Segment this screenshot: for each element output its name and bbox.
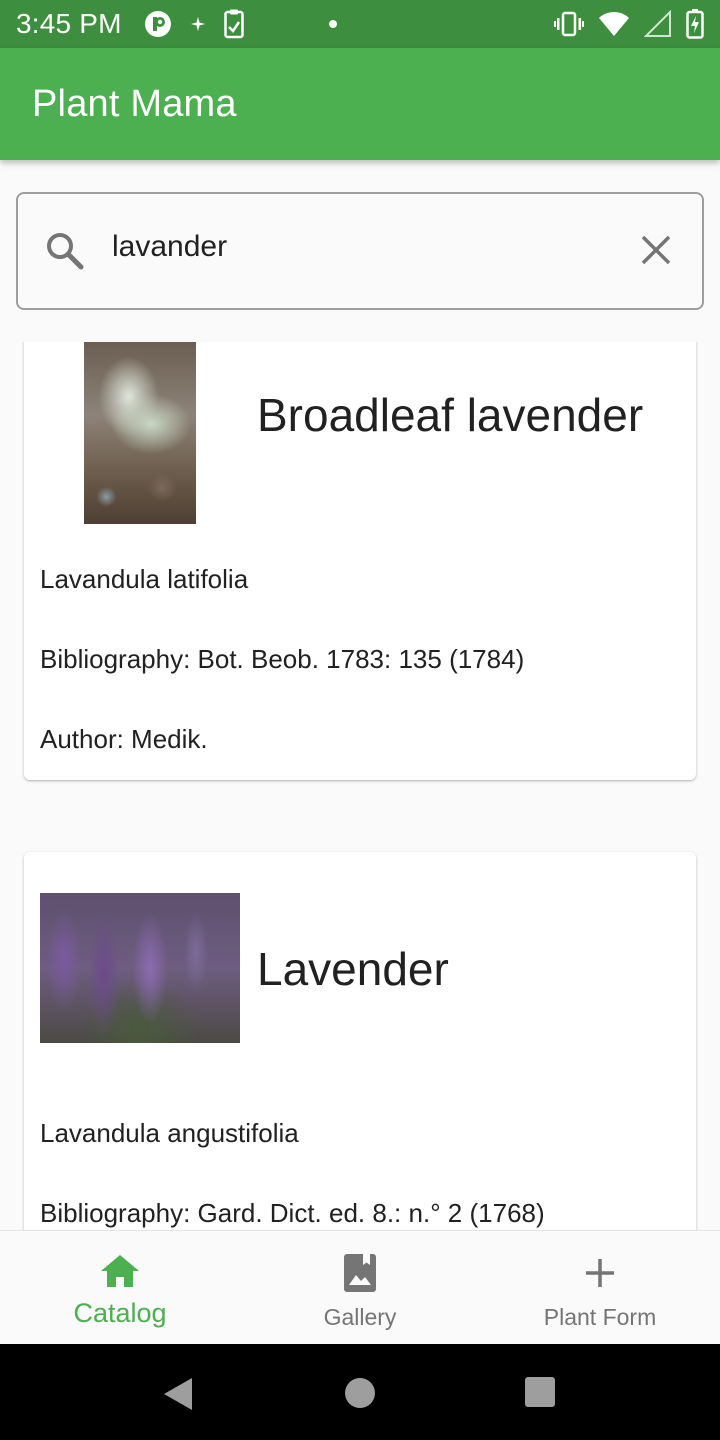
plant-scientific-name: Lavandula latifolia [40,564,249,594]
clipboard-icon [223,9,244,39]
plus-icon [582,1253,618,1298]
signal-icon [644,10,672,38]
plant-author: Author: Medik. [40,724,208,754]
plant-common-name: Broadleaf lavender [257,389,644,441]
status-bar: 3:45 PM [0,0,720,48]
dot-icon [328,19,338,29]
battery-charging-icon [686,9,704,39]
app-title: Plant Mama [32,82,237,125]
back-icon[interactable] [160,1376,196,1417]
plant-photo [40,893,240,1043]
nav-label-catalog: Catalog [73,1298,167,1328]
p-badge-icon [144,10,172,38]
nav-label-gallery: Gallery [323,1304,397,1330]
close-icon[interactable] [640,234,672,271]
search-icon [44,230,86,277]
nav-item-catalog[interactable]: Catalog [0,1231,240,1344]
sparkle-icon [190,16,206,32]
recents-icon[interactable] [524,1376,556,1413]
home-button-icon[interactable] [343,1376,377,1415]
app-bar: Plant Mama [0,48,720,160]
plant-card[interactable]: Broadleaf lavender Lavandula latifolia B… [24,342,696,780]
plant-list[interactable]: Broadleaf lavender Lavandula latifolia B… [0,342,720,1230]
system-navigation-bar [0,1344,720,1440]
nav-label-plant-form: Plant Form [543,1304,657,1330]
bottom-navigation: Catalog Gallery Plant Form [0,1230,720,1344]
status-time: 3:45 PM [16,8,122,39]
plant-bibliography: Bibliography: Gard. Dict. ed. 8.: n.° 2 … [40,1198,545,1228]
search-input[interactable]: lavander [112,230,227,264]
plant-common-name: Lavender [257,943,449,995]
search-field[interactable]: lavander [16,192,704,310]
plant-scientific-name: Lavandula angustifolia [40,1118,299,1148]
status-notification-icons [144,9,338,39]
plant-bibliography: Bibliography: Bot. Beob. 1783: 135 (1784… [40,644,525,674]
wifi-icon [598,11,630,37]
plant-card[interactable]: Lavender Lavandula angustifolia Bibliogr… [24,852,696,1230]
photo-album-icon [343,1253,377,1298]
plant-photo [84,342,196,524]
nav-item-gallery[interactable]: Gallery [240,1231,480,1344]
home-icon [99,1253,141,1294]
vibrate-icon [554,11,584,37]
nav-item-plant-form[interactable]: Plant Form [480,1231,720,1344]
status-system-icons [554,9,704,39]
